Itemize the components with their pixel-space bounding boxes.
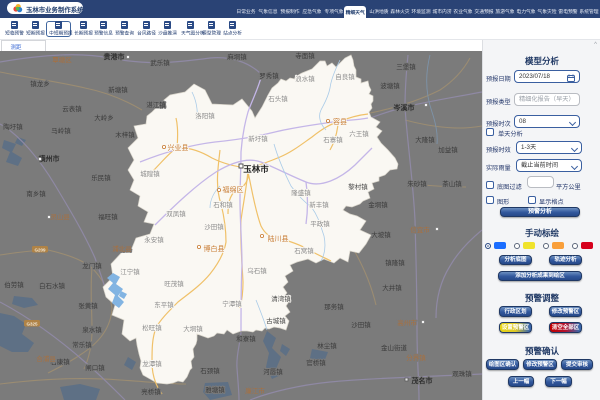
- svg-text:黎村镇: 黎村镇: [348, 182, 368, 191]
- svg-text:高州市: 高州市: [397, 318, 417, 327]
- svg-text:灵山县: 灵山县: [50, 212, 70, 221]
- svg-text:官桥镇: 官桥镇: [306, 358, 326, 367]
- svg-text:岑溪市: 岑溪市: [394, 103, 415, 112]
- svg-text:观珠镇: 观珠镇: [452, 369, 472, 378]
- svg-text:张黄镇: 张黄镇: [78, 301, 98, 310]
- svg-text:城隍镇: 城隍镇: [140, 169, 160, 178]
- svg-text:东平镇: 东平镇: [154, 300, 174, 309]
- svg-text:新丰镇: 新丰镇: [309, 200, 329, 209]
- svg-text:G209: G209: [34, 247, 46, 252]
- svg-text:大井镇: 大井镇: [382, 283, 402, 292]
- svg-text:石寨镇: 石寨镇: [323, 135, 343, 144]
- svg-text:分界镇: 分界镇: [406, 353, 426, 362]
- svg-text:信宜市: 信宜市: [410, 225, 430, 234]
- svg-text:云表镇: 云表镇: [62, 104, 82, 113]
- svg-text:大隆镇: 大隆镇: [415, 135, 435, 144]
- svg-text:江宁镇: 江宁镇: [120, 267, 140, 276]
- svg-text:茶山镇: 茶山镇: [442, 179, 462, 188]
- svg-text:松旺镇: 松旺镇: [142, 323, 162, 332]
- svg-text:G325: G325: [26, 321, 38, 326]
- svg-text:福绵区: 福绵区: [223, 185, 244, 194]
- svg-text:伯劳镇: 伯劳镇: [4, 280, 24, 289]
- svg-text:大岭乡: 大岭乡: [94, 113, 114, 122]
- svg-text:镇隆镇: 镇隆镇: [385, 258, 405, 267]
- svg-text:六王镇: 六王镇: [349, 129, 369, 138]
- svg-text:容县: 容县: [333, 117, 347, 126]
- svg-text:永安镇: 永安镇: [144, 235, 164, 244]
- svg-text:金垌镇: 金垌镇: [368, 200, 388, 209]
- svg-text:马岭镇: 马岭镇: [51, 126, 71, 135]
- svg-text:兴业县: 兴业县: [168, 143, 189, 152]
- svg-text:南乡镇: 南乡镇: [26, 189, 46, 198]
- svg-text:廉江市: 廉江市: [245, 386, 265, 395]
- svg-text:沙田镇: 沙田镇: [351, 320, 371, 329]
- svg-text:清湾镇: 清湾镇: [271, 294, 291, 303]
- svg-text:三堡镇: 三堡镇: [396, 62, 416, 71]
- svg-text:木梓镇: 木梓镇: [115, 130, 135, 139]
- svg-text:古城镇: 古城镇: [266, 316, 286, 325]
- svg-text:陶圩镇: 陶圩镇: [3, 122, 23, 131]
- svg-text:大垌镇: 大垌镇: [183, 324, 203, 333]
- svg-text:浦北县: 浦北县: [112, 244, 132, 253]
- svg-text:河唇镇: 河唇镇: [263, 367, 283, 376]
- svg-text:乐民镇: 乐民镇: [91, 173, 111, 182]
- svg-text:寺面镇: 寺面镇: [295, 51, 315, 60]
- svg-text:平政镇: 平政镇: [310, 219, 330, 228]
- svg-text:龙潭镇: 龙潭镇: [142, 359, 162, 368]
- svg-text:白石水镇: 白石水镇: [39, 281, 66, 290]
- svg-text:雅塘镇: 雅塘镇: [205, 385, 225, 394]
- svg-text:旺茂镇: 旺茂镇: [164, 279, 184, 288]
- svg-text:闸口镇: 闸口镇: [85, 363, 105, 372]
- svg-text:沙田镇: 沙田镇: [204, 222, 224, 231]
- svg-text:洛阳镇: 洛阳镇: [195, 111, 215, 120]
- svg-text:福旺镇: 福旺镇: [98, 212, 118, 221]
- svg-text:泉水镇: 泉水镇: [82, 325, 102, 334]
- svg-text:浪水镇: 浪水镇: [295, 74, 315, 83]
- svg-text:和寮镇: 和寮镇: [236, 334, 256, 343]
- svg-text:新圩镇: 新圩镇: [248, 134, 268, 143]
- svg-text:金山街道: 金山街道: [381, 343, 408, 352]
- svg-text:自良镇: 自良镇: [335, 72, 355, 81]
- svg-text:石头镇: 石头镇: [268, 94, 288, 103]
- svg-text:麻垌镇: 麻垌镇: [227, 52, 247, 61]
- svg-text:湛江镇: 湛江镇: [146, 100, 166, 109]
- svg-text:隆盛镇: 隆盛镇: [291, 188, 311, 197]
- svg-text:武乐镇: 武乐镇: [150, 58, 170, 67]
- svg-text:石窝镇: 石窝镇: [294, 246, 314, 255]
- svg-text:新塘镇: 新塘镇: [108, 85, 128, 94]
- svg-text:加益镇: 加益镇: [438, 145, 458, 154]
- svg-text:波塘镇: 波塘镇: [380, 81, 400, 90]
- svg-text:贵港市: 贵港市: [104, 52, 125, 61]
- svg-text:石颈镇: 石颈镇: [200, 366, 220, 375]
- svg-text:亮桥镇: 亮桥镇: [141, 387, 161, 396]
- svg-text:常乐镇: 常乐镇: [72, 340, 92, 349]
- svg-text:罗秀镇: 罗秀镇: [259, 71, 279, 80]
- svg-text:石和镇: 石和镇: [213, 200, 233, 209]
- svg-text:龙门镇: 龙门镇: [82, 261, 102, 270]
- svg-text:博白县: 博白县: [204, 244, 225, 253]
- svg-text:茂名市: 茂名市: [412, 376, 433, 385]
- svg-text:双凤镇: 双凤镇: [166, 209, 186, 218]
- svg-text:陆川县: 陆川县: [268, 234, 289, 243]
- svg-text:那务镇: 那务镇: [324, 302, 344, 311]
- svg-text:乌石镇: 乌石镇: [247, 266, 267, 275]
- svg-text:朱砂镇: 朱砂镇: [407, 179, 427, 188]
- svg-text:宁潭镇: 宁潭镇: [222, 299, 242, 308]
- svg-text:玉林市: 玉林市: [243, 164, 269, 174]
- svg-text:合浦县: 合浦县: [36, 354, 56, 363]
- svg-text:林尘镇: 林尘镇: [317, 341, 337, 350]
- svg-text:大坡镇: 大坡镇: [371, 230, 391, 239]
- svg-text:镇龙乡: 镇龙乡: [30, 79, 50, 88]
- svg-text:覃塘区: 覃塘区: [52, 55, 72, 64]
